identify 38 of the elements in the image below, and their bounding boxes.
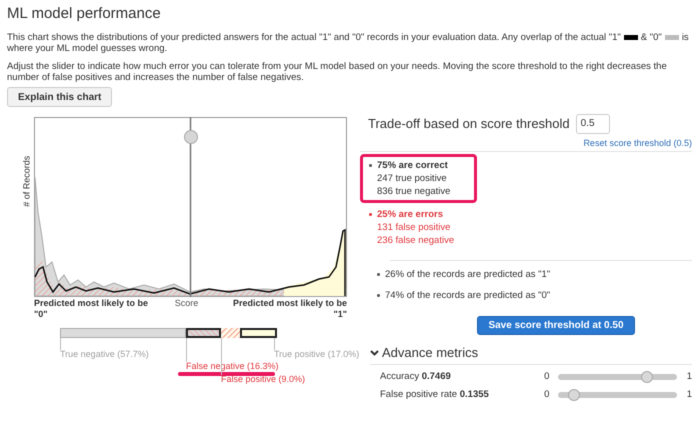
group-heading: 25% are errors (377, 208, 444, 220)
count-text: 131 false positive (377, 220, 452, 234)
explain-button[interactable]: Explain this chart (7, 87, 112, 107)
count-text: 247 true positive (377, 172, 448, 184)
page-title: ML model performance (7, 4, 162, 24)
reset-link[interactable]: Reset score threshold (0.5) (583, 138, 692, 148)
scale-min: 0 (544, 388, 550, 400)
section-title: Advance metrics (382, 344, 478, 360)
scale-max: 1 (686, 388, 692, 400)
prediction-text: 26% of the records are predicted as "1" (385, 268, 550, 280)
threshold-field[interactable]: 0.5 (576, 114, 610, 134)
metric-label: Accuracy 0.7469 (380, 370, 452, 382)
group-heading: 75% are correct (377, 158, 449, 172)
chevron-icon (370, 350, 379, 356)
scale-max: 1 (686, 370, 692, 382)
save-button[interactable]: Save score threshold at 0.50 (477, 316, 635, 334)
instructions: Adjust the slider to indicate how much error you can tolerate from your ML model based on your needs. Moving the score threshold to the right decreases the number of false positives and increases the number of false negatives. (7, 61, 668, 83)
axis-label: Predicted most likely to be "0" (34, 298, 148, 320)
segment-label: True negative (57.7%) (60, 348, 149, 361)
description: This chart shows the distributions of your predicted answers for the actual "1" and "0" records in your evaluation data. Any overlap of the actual "1" & "0" is where your ML model guesses wrong. (7, 32, 690, 54)
slider-thumb[interactable] (568, 388, 580, 400)
segment-label: False positive (9.0%) (221, 372, 306, 386)
advanced-header[interactable]: Advance metrics (370, 344, 692, 360)
slider-thumb[interactable] (640, 370, 653, 382)
segment-label: True positive (17.0%) (274, 348, 360, 361)
axis-label: Score (174, 298, 198, 308)
axis-label: Predicted most likely to be "1" (232, 298, 347, 320)
bullet-icon (377, 294, 380, 297)
bullet-icon (369, 164, 372, 166)
count-text: 236 false negative (377, 234, 454, 246)
metric-label: False positive rate 0.1355 (380, 388, 490, 400)
scale-min: 0 (544, 370, 550, 382)
bullet-icon (377, 273, 380, 276)
prediction-text: 74% of the records are predicted as "0" (385, 290, 550, 302)
count-text: 836 true negative (377, 184, 450, 198)
bullet-icon (369, 212, 372, 216)
section-title: Trade-off based on score threshold (368, 116, 570, 132)
axis-label: # of Records (20, 154, 32, 206)
